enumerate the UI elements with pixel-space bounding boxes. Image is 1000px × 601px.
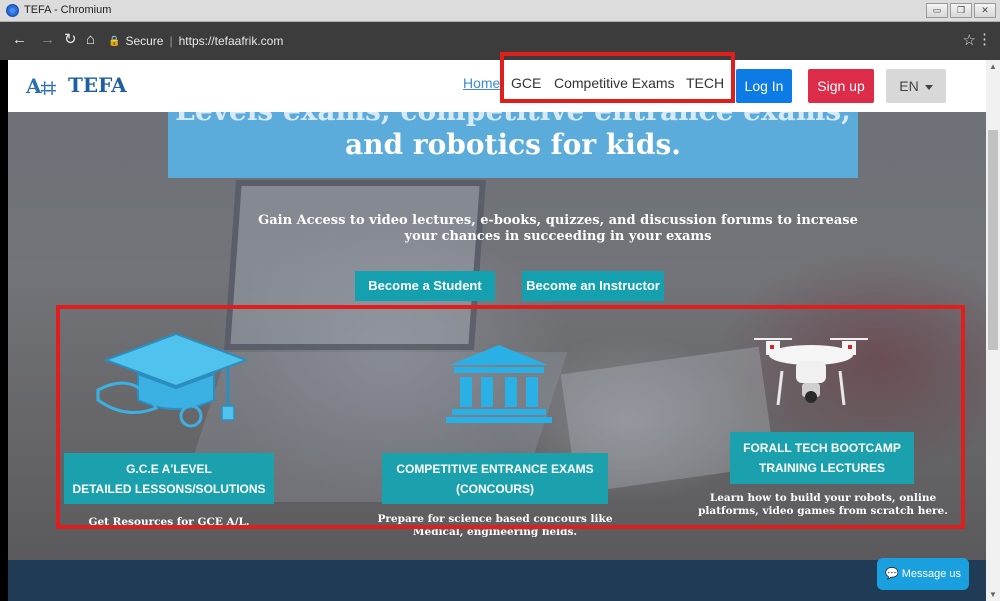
minimize-button[interactable]: ▭ xyxy=(926,3,948,18)
nav-highlight-box xyxy=(500,52,735,103)
hero-subtext: Gain Access to video lectures, e-books, … xyxy=(258,213,858,244)
window-controls: ▭ ❐ ✕ xyxy=(926,3,996,18)
caret-down-icon xyxy=(924,84,933,90)
restore-button[interactable]: ❐ xyxy=(950,3,972,18)
bookmark-star-icon[interactable]: ☆ xyxy=(963,31,976,49)
scrollbar-thumb[interactable] xyxy=(988,130,998,350)
chromium-icon xyxy=(6,4,19,17)
secure-label: Secure xyxy=(125,34,164,48)
message-us-label: Message us xyxy=(901,568,962,580)
hero-headline: and robotics for kids. xyxy=(345,128,681,161)
language-label: EN xyxy=(899,78,919,94)
brand-name[interactable]: TEFA xyxy=(68,73,127,97)
url-text: https://tefaafrik.com xyxy=(178,34,284,48)
page-footer-strip xyxy=(8,560,986,601)
message-us-button[interactable]: 💬 Message us xyxy=(877,558,969,590)
scroll-down-icon[interactable]: ▼ xyxy=(989,590,997,599)
nav-home[interactable]: Home xyxy=(463,75,500,91)
close-button[interactable]: ✕ xyxy=(974,3,996,18)
home-icon[interactable]: ⌂ xyxy=(86,31,95,49)
reload-icon[interactable]: ↻ xyxy=(64,31,77,49)
become-student-button[interactable]: Become a Student xyxy=(355,271,495,301)
forward-icon[interactable]: → xyxy=(40,31,55,49)
become-instructor-button[interactable]: Become an Instructor xyxy=(522,271,664,301)
window-title: TEFA - Chromium xyxy=(24,4,112,16)
lock-icon: 🔒 xyxy=(108,35,121,47)
address-bar[interactable]: 🔒 Secure | https://tefaafrik.com xyxy=(108,30,968,52)
menu-icon[interactable]: ⋮ xyxy=(977,30,992,48)
scroll-up-icon[interactable]: ▲ xyxy=(989,62,997,71)
login-button[interactable]: Log In xyxy=(736,69,792,103)
messenger-icon: 💬 xyxy=(884,568,899,580)
back-icon[interactable]: ← xyxy=(12,31,27,49)
site-navbar: A‡‡ TEFA Home GCE Competitive Exams TECH… xyxy=(8,60,986,112)
separator: | xyxy=(169,34,173,48)
features-highlight-box xyxy=(56,305,965,529)
page-scrollbar[interactable]: ▲ ▼ xyxy=(986,60,1000,601)
window-titlebar: TEFA - Chromium ▭ ❐ ✕ xyxy=(0,0,1000,22)
language-dropdown[interactable]: EN xyxy=(886,69,946,103)
signup-button[interactable]: Sign up xyxy=(808,69,874,103)
tefa-logo-icon[interactable]: A‡‡ xyxy=(26,74,56,98)
